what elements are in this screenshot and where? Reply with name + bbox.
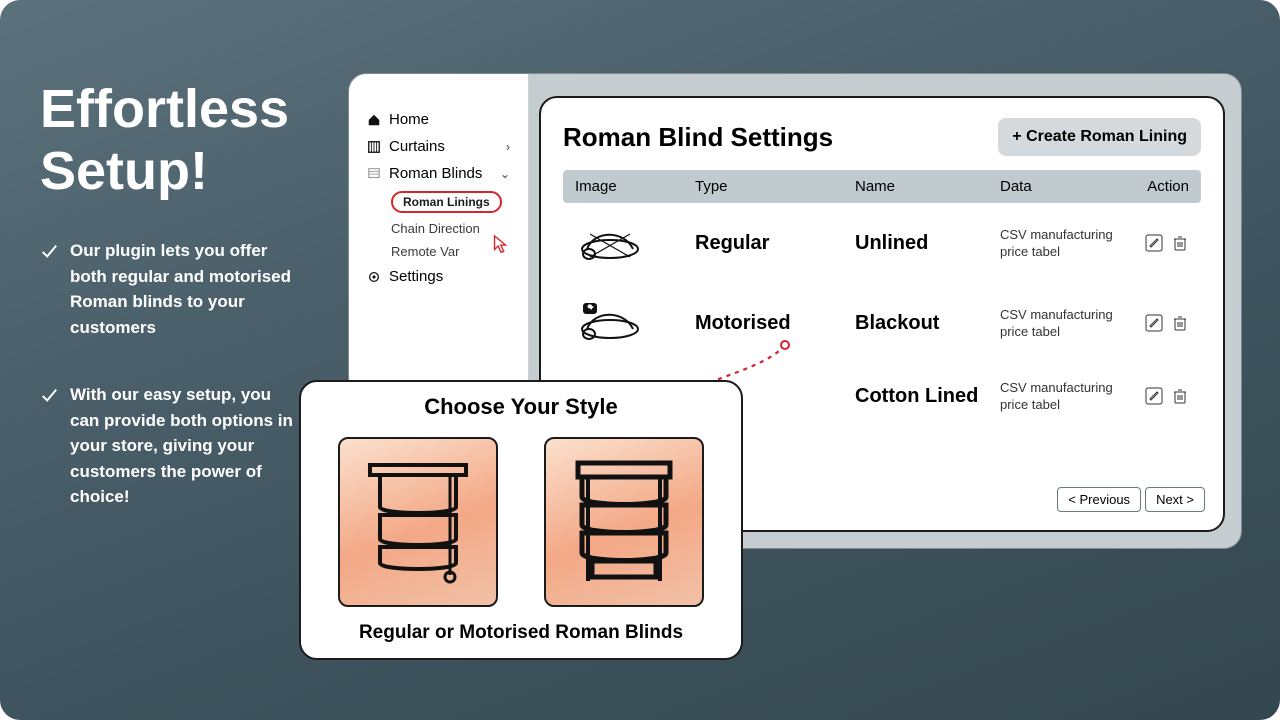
trash-icon[interactable] (1171, 234, 1189, 252)
row-data: CSV manufacturing price tabel (1000, 307, 1113, 339)
table-row: Regular Unlined CSV manufacturing price … (563, 203, 1201, 283)
popup-title: Choose Your Style (424, 394, 618, 420)
headline-line-1: Effortless (40, 79, 289, 139)
row-type: Regular (695, 232, 769, 254)
option-motorised[interactable] (544, 437, 704, 607)
row-name: Blackout (855, 312, 939, 334)
row-type: Motorised (695, 312, 791, 334)
chevron-down-icon: ⌄ (500, 167, 510, 181)
sidebar-item-home[interactable]: Home (349, 106, 528, 133)
bullet-list: Our plugin lets you offer both regular a… (40, 238, 300, 552)
row-thumb (575, 219, 695, 267)
col-type: Type (695, 178, 855, 195)
trash-icon[interactable] (1171, 314, 1189, 332)
bullet-2: With our easy setup, you can provide bot… (40, 382, 300, 510)
row-thumb (575, 299, 695, 347)
style-popup: Choose Your Style (299, 380, 743, 660)
next-button[interactable]: Next > (1145, 487, 1205, 512)
col-data: Data (1000, 178, 1129, 195)
sidebar-curtains-label: Curtains (389, 138, 445, 155)
bullet-1: Our plugin lets you offer both regular a… (40, 238, 300, 340)
sidebar-item-roman-blinds[interactable]: Roman Blinds ⌄ (349, 160, 528, 187)
option-regular[interactable] (338, 437, 498, 607)
edit-icon[interactable] (1145, 314, 1163, 332)
sidebar-home-label: Home (389, 111, 429, 128)
popup-caption: Regular or Motorised Roman Blinds (359, 622, 683, 644)
chevron-right-icon: › (506, 140, 510, 154)
row-name: Unlined (855, 232, 928, 254)
sidebar-roman-blinds-label: Roman Blinds (389, 165, 482, 182)
sidebar-settings-label: Settings (389, 268, 443, 285)
active-pill: Roman Linings (391, 191, 502, 213)
regular-blind-icon (358, 457, 478, 587)
sidebar-item-settings[interactable]: Settings (349, 263, 528, 290)
bullet-1-text: Our plugin lets you offer both regular a… (70, 238, 300, 340)
prev-button[interactable]: < Previous (1057, 487, 1141, 512)
headline-line-2: Setup! (40, 141, 208, 201)
col-action: Action (1129, 178, 1189, 195)
create-roman-lining-button[interactable]: + Create Roman Lining (998, 118, 1201, 156)
blinds-icon (367, 167, 381, 181)
style-options (338, 430, 704, 614)
table-row: Motorised Blackout CSV manufacturing pri… (563, 283, 1201, 363)
curtains-icon (367, 140, 381, 154)
sidebar-sub-remote-var[interactable]: Remote Var (349, 240, 528, 263)
panel-header: Roman Blind Settings + Create Roman Lini… (563, 118, 1201, 156)
row-data: CSV manufacturing price tabel (1000, 227, 1113, 259)
panel-title: Roman Blind Settings (563, 122, 833, 153)
gear-icon (367, 270, 381, 284)
table-header: Image Type Name Data Action (563, 170, 1201, 203)
fabric-unlined-icon (575, 219, 645, 263)
col-image: Image (575, 178, 695, 195)
col-name: Name (855, 178, 1000, 195)
check-icon (40, 386, 58, 404)
sidebar-sub-chain-direction[interactable]: Chain Direction (349, 217, 528, 240)
home-icon (367, 113, 381, 127)
edit-icon[interactable] (1145, 234, 1163, 252)
headline: Effortless Setup! (40, 78, 289, 202)
row-name: Cotton Lined (855, 385, 978, 407)
pager: < Previous Next > (1057, 487, 1205, 512)
check-icon (40, 242, 58, 260)
edit-icon[interactable] (1145, 387, 1163, 405)
promo-stage: Effortless Setup! Our plugin lets you of… (0, 0, 1280, 720)
trash-icon[interactable] (1171, 387, 1189, 405)
row-data: CSV manufacturing price tabel (1000, 380, 1113, 412)
fabric-motor-icon (575, 299, 645, 343)
motorised-blind-icon (564, 457, 684, 587)
sidebar-sub-roman-linings[interactable]: Roman Linings (349, 187, 528, 217)
sidebar-item-curtains[interactable]: Curtains › (349, 133, 528, 160)
bullet-2-text: With our easy setup, you can provide bot… (70, 382, 300, 510)
